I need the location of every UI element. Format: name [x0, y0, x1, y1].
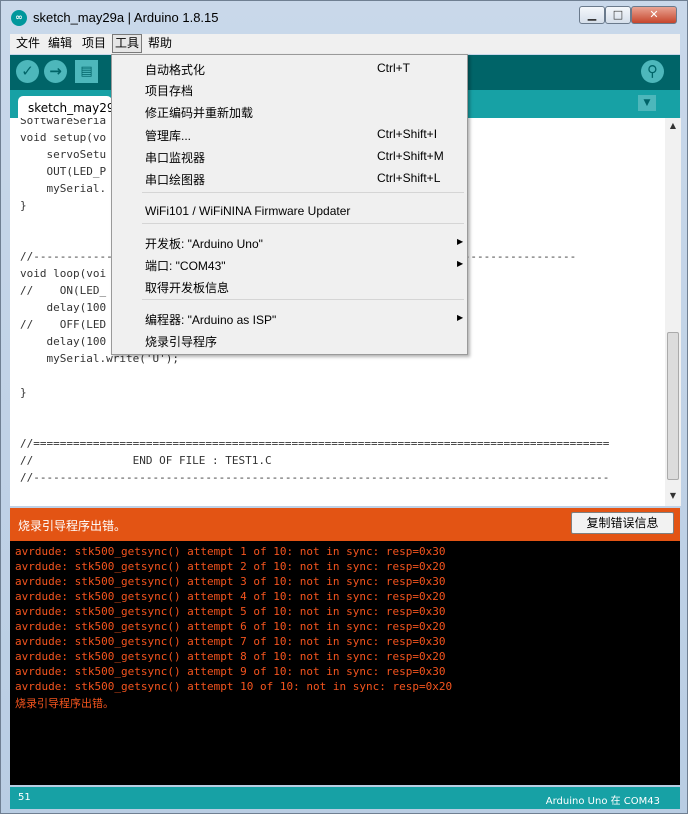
status-message: 烧录引导程序出错。 [18, 519, 127, 533]
footer-bar: 51 Arduino Uno 在 COM43 [10, 787, 680, 809]
editor-scrollbar[interactable]: ▲ ▼ [665, 118, 681, 506]
line-number: 51 [18, 792, 31, 803]
menu-item-label: 串口绘图器 [145, 173, 206, 187]
menu-item-label: WiFi101 / WiFiNINA Firmware Updater [145, 204, 351, 218]
board-port-info: Arduino Uno 在 COM43 [545, 796, 660, 807]
menu-item-auto-format[interactable]: 自动格式化 Ctrl+T [112, 59, 467, 79]
console-line: avrdude: stk500_getsync() attempt 10 of … [15, 680, 453, 693]
new-sketch-icon[interactable]: ▤ [75, 60, 98, 83]
menu-separator [142, 299, 464, 300]
tab-sketch[interactable]: sketch_may29 [18, 96, 114, 118]
console-line: avrdude: stk500_getsync() attempt 9 of 1… [15, 665, 446, 678]
arduino-icon: ∞ [11, 10, 27, 26]
menu-item-programmer-select[interactable]: 编程器: "Arduino as ISP" ▶ [112, 309, 467, 329]
menu-item-archive-sketch[interactable]: 项目存档 [112, 80, 467, 100]
serial-monitor-icon[interactable]: ⚲ [641, 60, 664, 83]
title-bar[interactable]: ∞ sketch_may29a | Arduino 1.8.15 ▁ □ ✕ [1, 1, 687, 33]
console-output[interactable]: avrdude: stk500_getsync() attempt 1 of 1… [10, 541, 680, 785]
console-line: avrdude: stk500_getsync() attempt 7 of 1… [15, 635, 446, 648]
menu-item-label: 修正编码并重新加载 [145, 106, 254, 120]
menu-item-shortcut: Ctrl+T [377, 61, 410, 75]
copy-error-button[interactable]: 复制错误信息 [571, 512, 674, 534]
status-bar: 烧录引导程序出错。 复制错误信息 [10, 508, 680, 541]
menu-item-board-select[interactable]: 开发板: "Arduino Uno" ▶ [112, 233, 467, 253]
console-line: avrdude: stk500_getsync() attempt 2 of 1… [15, 560, 446, 573]
menu-item-label: 端口: "COM43" [145, 259, 226, 273]
submenu-arrow-icon: ▶ [457, 259, 464, 268]
menu-item-label: 编程器: "Arduino as ISP" [145, 313, 277, 327]
scroll-up-icon[interactable]: ▲ [665, 120, 681, 132]
menu-help[interactable]: 帮助 [146, 35, 174, 52]
console-line: avrdude: stk500_getsync() attempt 3 of 1… [15, 575, 446, 588]
menu-item-shortcut: Ctrl+Shift+L [377, 171, 441, 185]
menu-separator [142, 223, 464, 224]
menu-bar: 文件 编辑 项目 工具 帮助 [10, 34, 680, 54]
submenu-arrow-icon: ▶ [457, 237, 464, 246]
scroll-down-icon[interactable]: ▼ [665, 490, 681, 502]
console-line: avrdude: stk500_getsync() attempt 5 of 1… [15, 605, 446, 618]
console-line: avrdude: stk500_getsync() attempt 6 of 1… [15, 620, 446, 633]
menu-item-manage-libraries[interactable]: 管理库... Ctrl+Shift+I [112, 125, 467, 145]
menu-item-label: 自动格式化 [145, 63, 206, 77]
minimize-button[interactable]: ▁ [579, 6, 605, 24]
menu-item-label: 取得开发板信息 [145, 281, 230, 295]
menu-item-port-select[interactable]: 端口: "COM43" ▶ [112, 255, 467, 275]
console-line: avrdude: stk500_getsync() attempt 1 of 1… [15, 545, 446, 558]
maximize-button[interactable]: □ [605, 6, 631, 24]
console-line: avrdude: stk500_getsync() attempt 8 of 1… [15, 650, 446, 663]
menu-item-serial-monitor[interactable]: 串口监视器 Ctrl+Shift+M [112, 147, 467, 167]
menu-item-label: 开发板: "Arduino Uno" [145, 237, 263, 251]
menu-item-get-board-info[interactable]: 取得开发板信息 [112, 277, 467, 297]
window-title: sketch_may29a | Arduino 1.8.15 [33, 10, 219, 25]
menu-item-burn-bootloader[interactable]: 烧录引导程序 [112, 331, 467, 351]
arduino-ide-window: ∞ sketch_may29a | Arduino 1.8.15 ▁ □ ✕ 文… [0, 0, 688, 814]
menu-file[interactable]: 文件 [14, 35, 42, 52]
menu-item-label: 管理库... [145, 129, 192, 143]
menu-item-shortcut: Ctrl+Shift+M [377, 149, 444, 163]
tab-menu-icon[interactable]: ▼ [638, 95, 656, 111]
submenu-arrow-icon: ▶ [457, 313, 464, 322]
menu-item-shortcut: Ctrl+Shift+I [377, 127, 438, 141]
menu-tools[interactable]: 工具 [112, 34, 143, 53]
upload-icon[interactable]: → [44, 60, 67, 83]
menu-item-label: 串口监视器 [145, 151, 206, 165]
menu-sketch[interactable]: 项目 [80, 35, 108, 52]
menu-item-label: 烧录引导程序 [145, 335, 218, 349]
console-line: avrdude: stk500_getsync() attempt 4 of 1… [15, 590, 446, 603]
menu-item-wifi-firmware-updater[interactable]: WiFi101 / WiFiNINA Firmware Updater [112, 202, 467, 222]
menu-separator [142, 192, 464, 193]
menu-item-fix-encoding-reload[interactable]: 修正编码并重新加载 [112, 102, 467, 122]
close-button[interactable]: ✕ [631, 6, 677, 24]
console-line: 烧录引导程序出错。 [15, 697, 114, 710]
verify-icon[interactable]: ✓ [16, 60, 39, 83]
menu-edit[interactable]: 编辑 [46, 35, 74, 52]
scrollbar-thumb[interactable] [667, 332, 679, 480]
tools-dropdown-menu: 自动格式化 Ctrl+T 项目存档修正编码并重新加载 管理库... Ctrl+Shift… [111, 54, 468, 355]
menu-item-label: 项目存档 [145, 84, 194, 98]
menu-item-serial-plotter[interactable]: 串口绘图器 Ctrl+Shift+L [112, 169, 467, 189]
